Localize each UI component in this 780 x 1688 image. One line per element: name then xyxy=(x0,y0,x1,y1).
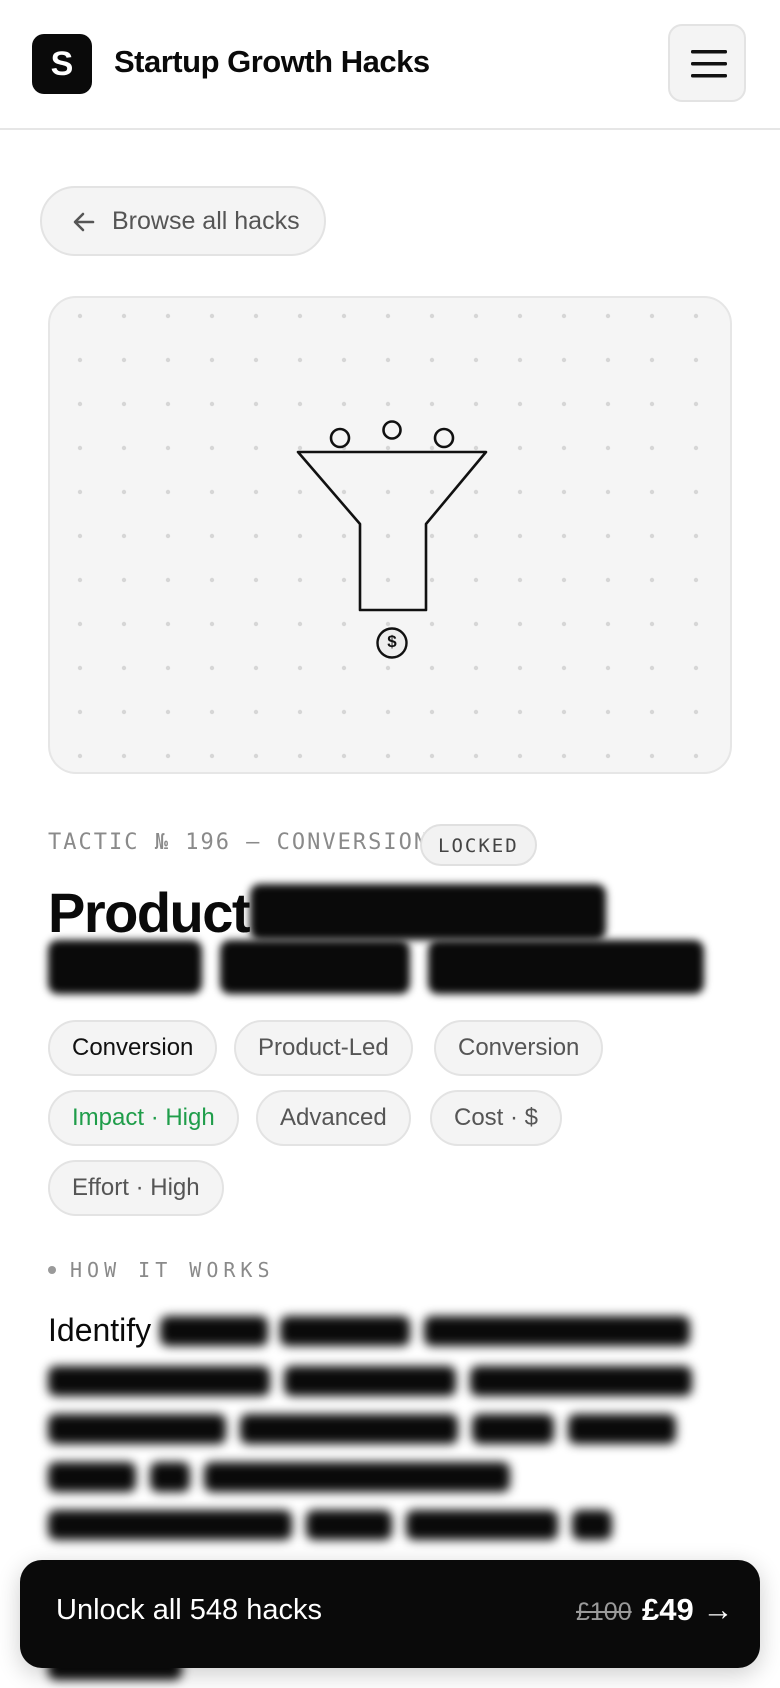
tag-difficulty[interactable]: Advanced xyxy=(256,1090,411,1146)
redacted-body xyxy=(472,1414,554,1444)
tag-cost[interactable]: Cost · $ xyxy=(430,1090,563,1146)
redacted-body xyxy=(280,1316,410,1346)
redacted-body xyxy=(568,1414,676,1444)
tactic-illustration: $ xyxy=(48,296,732,774)
redacted-body xyxy=(240,1414,458,1444)
tactic-title: Product xyxy=(48,881,251,944)
section-heading: HOW IT WORKS xyxy=(48,1258,275,1282)
logo[interactable]: S xyxy=(32,34,92,94)
redacted-body xyxy=(150,1462,190,1492)
cta-old-price: £100 xyxy=(576,1598,632,1626)
funnel-icon xyxy=(296,420,488,612)
redacted-title-3 xyxy=(220,940,410,994)
redacted-body xyxy=(48,1366,270,1396)
redacted-body xyxy=(406,1510,558,1540)
cta-price: £49 → xyxy=(642,1592,734,1627)
redacted-body xyxy=(48,1510,292,1540)
redacted-title-2 xyxy=(48,940,202,994)
redacted-title-4 xyxy=(428,940,704,994)
back-button-label: Browse all hacks xyxy=(112,207,300,235)
top-header: S Startup Growth Hacks xyxy=(0,0,780,130)
redacted-body xyxy=(204,1462,510,1492)
cta-label: Unlock all 548 hacks xyxy=(56,1594,322,1626)
redacted-body xyxy=(48,1462,136,1492)
unlock-cta-button[interactable]: Unlock all 548 hacks £100 £49 → xyxy=(20,1560,760,1668)
bullet-dot-icon xyxy=(48,1265,56,1274)
tag-effort[interactable]: Effort · High xyxy=(48,1160,224,1216)
hamburger-menu-icon xyxy=(691,50,727,78)
redacted-body xyxy=(572,1510,612,1540)
section-body-first-word: Identify xyxy=(48,1312,152,1348)
browse-all-hacks-button[interactable]: Browse all hacks xyxy=(40,186,326,256)
redacted-body xyxy=(424,1316,690,1346)
tag-impact[interactable]: Impact · High xyxy=(48,1090,239,1146)
redacted-body xyxy=(470,1366,692,1396)
section-heading-text: HOW IT WORKS xyxy=(70,1258,275,1282)
redacted-body xyxy=(160,1316,268,1346)
tag-conversion-2[interactable]: Conversion xyxy=(434,1020,604,1076)
coin-symbol: $ xyxy=(387,632,397,651)
arrow-left-icon xyxy=(73,212,95,232)
redacted-body xyxy=(48,1414,226,1444)
tag-product-led[interactable]: Product-Led xyxy=(234,1020,413,1076)
tag-conversion[interactable]: Conversion xyxy=(48,1020,218,1076)
redacted-title-1 xyxy=(250,884,606,940)
redacted-body xyxy=(284,1366,456,1396)
locked-badge: LOCKED xyxy=(420,824,537,866)
redacted-body xyxy=(306,1510,392,1540)
menu-button[interactable] xyxy=(668,24,746,102)
brand-title[interactable]: Startup Growth Hacks xyxy=(114,44,430,80)
tactic-meta: TACTIC № 196 — CONVERSION xyxy=(48,830,430,855)
